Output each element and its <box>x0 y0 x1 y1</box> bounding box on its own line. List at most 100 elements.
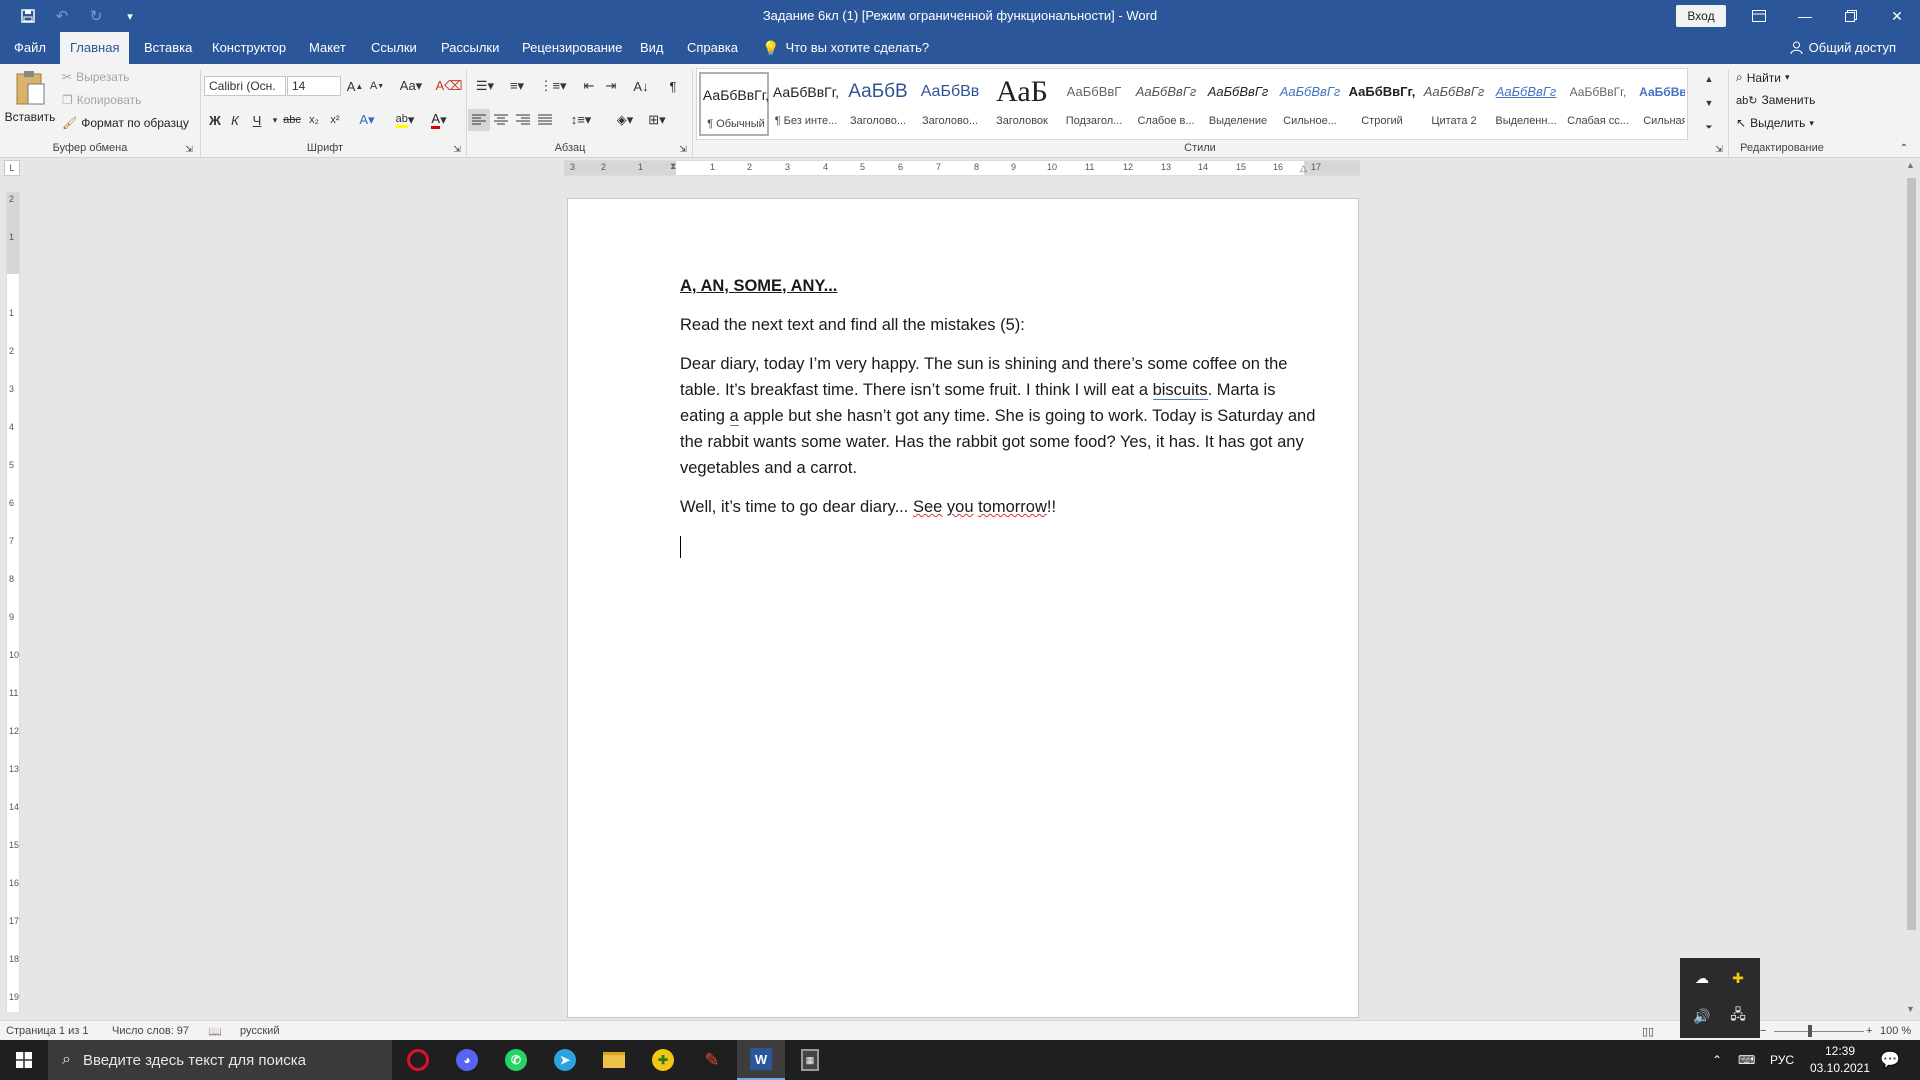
vertical-scrollbar[interactable]: ▲ ▼ <box>1903 158 1920 1020</box>
close-icon[interactable]: ✕ <box>1874 0 1920 32</box>
tab-home[interactable]: Главная <box>60 32 130 64</box>
style-title[interactable]: АаБ Заголовок <box>987 71 1057 137</box>
find-button[interactable]: ⌕ Найти ▾ <box>1736 70 1790 85</box>
tell-me-box[interactable]: 💡 Что вы хотите сделать? <box>752 32 939 64</box>
highlight-color-icon[interactable]: ab ▾ <box>390 109 420 131</box>
copy-button[interactable]: ❐ Копировать <box>62 93 141 107</box>
font-color-icon[interactable]: A ▾ <box>424 109 454 131</box>
align-right-icon[interactable] <box>512 109 534 131</box>
italic-icon[interactable]: К <box>224 109 246 131</box>
font-size-box[interactable]: 14 <box>287 76 341 96</box>
numbering-icon[interactable]: ≡▾ <box>502 75 532 97</box>
minimize-icon[interactable]: — <box>1782 0 1828 32</box>
clipboard-launcher-icon[interactable]: ⇲ <box>182 142 196 156</box>
replace-button[interactable]: ab↻ Заменить <box>1736 93 1815 107</box>
document-body[interactable]: A, AN, SOME, ANY... Read the next text a… <box>680 273 1320 572</box>
align-left-icon[interactable] <box>468 109 490 131</box>
document-page[interactable]: A, AN, SOME, ANY... Read the next text a… <box>567 198 1359 1018</box>
multilevel-list-icon[interactable]: ⋮≡▾ <box>538 75 568 97</box>
styles-launcher-icon[interactable]: ⇲ <box>1712 142 1726 156</box>
strikethrough-icon[interactable]: abc <box>281 109 303 131</box>
style-intense-emphasis[interactable]: АаБбВвГг Сильное... <box>1275 71 1345 137</box>
decrease-indent-icon[interactable]: ⇤ <box>578 75 600 97</box>
increase-indent-icon[interactable]: ⇥ <box>600 75 622 97</box>
style-intense-reference[interactable]: АаБбВвГг, Сильная... <box>1635 71 1685 137</box>
zoom-out-icon[interactable]: − <box>1760 1025 1766 1037</box>
right-indent-marker[interactable]: △ <box>1300 163 1307 174</box>
text-effects-icon[interactable]: A▾ <box>356 109 378 131</box>
style-no-spacing[interactable]: АаБбВвГг, ¶ Без инте... <box>771 71 841 137</box>
spelling-flagged-word[interactable]: See <box>913 498 942 516</box>
bold-icon[interactable]: Ж <box>204 109 226 131</box>
line-spacing-icon[interactable]: ↕≡▾ <box>566 109 596 131</box>
tab-selector[interactable]: L <box>4 160 20 176</box>
keyboard-icon[interactable]: ⌨ <box>1738 1040 1755 1080</box>
show-hidden-icons[interactable]: ⌃ <box>1712 1040 1722 1080</box>
tab-file[interactable]: Файл <box>4 32 56 64</box>
opera-app[interactable] <box>394 1040 442 1080</box>
font-launcher-icon[interactable]: ⇲ <box>450 142 464 156</box>
superscript-icon[interactable]: x² <box>324 109 346 131</box>
shading-icon[interactable]: ◈▾ <box>610 109 640 131</box>
sort-icon[interactable]: A↓ <box>630 75 652 97</box>
restore-icon[interactable] <box>1828 0 1874 32</box>
style-normal[interactable]: АаБбВвГг, ¶ Обычный <box>699 72 769 136</box>
login-button[interactable]: Вход <box>1676 5 1726 27</box>
share-button[interactable]: Общий доступ <box>1790 40 1896 55</box>
tab-review[interactable]: Рецензирование <box>512 32 632 64</box>
vertical-ruler[interactable]: 2 1 1 2 3 4 5 6 7 8 9 10 11 12 13 14 15 … <box>6 192 20 1012</box>
word-app[interactable]: W <box>737 1040 785 1080</box>
style-quote[interactable]: АаБбВвГг Цитата 2 <box>1419 71 1489 137</box>
style-subtle-reference[interactable]: АаБбВвГг, Слабая сс... <box>1563 71 1633 137</box>
collapse-ribbon-icon[interactable]: ⌃ <box>1896 140 1912 156</box>
taskbar-search-box[interactable]: ⌕ Введите здесь текст для поиска <box>48 1040 392 1080</box>
notifications-icon[interactable]: 💬 <box>1880 1040 1900 1080</box>
styles-more-icon[interactable]: ⏷ <box>1702 116 1716 138</box>
clear-formatting-icon[interactable]: A⌫ <box>435 75 462 97</box>
read-mode-icon[interactable]: ▯▯ <box>1642 1025 1654 1038</box>
tab-mailings[interactable]: Рассылки <box>431 32 509 64</box>
grammar-flagged-word[interactable]: a <box>729 407 739 426</box>
scroll-up-icon[interactable]: ▲ <box>1906 160 1915 170</box>
cut-button[interactable]: ✂ Вырезать <box>62 70 129 84</box>
page-count[interactable]: Страница 1 из 1 <box>6 1025 88 1037</box>
styles-scroll-down-icon[interactable]: ▼ <box>1702 92 1716 114</box>
change-case-icon[interactable]: Aa▾ <box>396 75 426 97</box>
spelling-flagged-word[interactable]: you <box>947 498 974 516</box>
word-count[interactable]: Число слов: 97 <box>112 1025 189 1037</box>
format-painter-button[interactable]: 🖌 Формат по образцу <box>62 116 189 130</box>
file-explorer-app[interactable] <box>590 1040 638 1080</box>
onedrive-icon[interactable]: ☁ <box>1690 966 1714 990</box>
whatsapp-app[interactable]: ✆ <box>492 1040 540 1080</box>
app-tray-icon[interactable]: ✚ <box>1726 966 1750 990</box>
tab-insert[interactable]: Вставка <box>134 32 202 64</box>
select-button[interactable]: ↖ Выделить ▾ <box>1736 116 1814 130</box>
style-subtitle[interactable]: АаБбВвГ Подзагол... <box>1059 71 1129 137</box>
ribbon-display-options-icon[interactable] <box>1736 0 1782 32</box>
align-center-icon[interactable] <box>490 109 512 131</box>
style-emphasis[interactable]: АаБбВвГг Выделение <box>1203 71 1273 137</box>
style-intense-quote[interactable]: АаБбВвГг Выделенн... <box>1491 71 1561 137</box>
network-icon[interactable]: 🖧 <box>1726 1004 1750 1028</box>
indent-marker[interactable]: ⧗ <box>670 161 676 172</box>
tab-layout[interactable]: Макет <box>299 32 356 64</box>
calculator-app[interactable]: ▦ <box>786 1040 834 1080</box>
grammar-flagged-word[interactable]: biscuits <box>1152 381 1208 400</box>
justify-icon[interactable] <box>534 109 556 131</box>
shrink-font-icon[interactable]: A ▼ <box>366 75 388 97</box>
subscript-icon[interactable]: x₂ <box>303 109 325 131</box>
zoom-in-icon[interactable]: + <box>1866 1025 1872 1037</box>
style-strong[interactable]: АаБбВвГг, Строгий <box>1347 71 1417 137</box>
grow-font-icon[interactable]: A ▲ <box>344 75 366 97</box>
style-heading-2[interactable]: АаБбВв Заголово... <box>915 71 985 137</box>
scrollbar-thumb[interactable] <box>1907 178 1916 930</box>
paint-app[interactable]: ✎ <box>688 1040 736 1080</box>
borders-icon[interactable]: ⊞▾ <box>642 109 672 131</box>
tray-app[interactable]: ✚ <box>639 1040 687 1080</box>
discord-app[interactable]: ◕ <box>443 1040 491 1080</box>
paragraph-launcher-icon[interactable]: ⇲ <box>676 142 690 156</box>
show-formatting-marks-icon[interactable]: ¶ <box>662 75 684 97</box>
proofing-icon[interactable]: 📖 <box>208 1025 222 1038</box>
paste-button[interactable]: Вставить <box>5 70 55 124</box>
zoom-slider-thumb[interactable] <box>1808 1025 1812 1037</box>
